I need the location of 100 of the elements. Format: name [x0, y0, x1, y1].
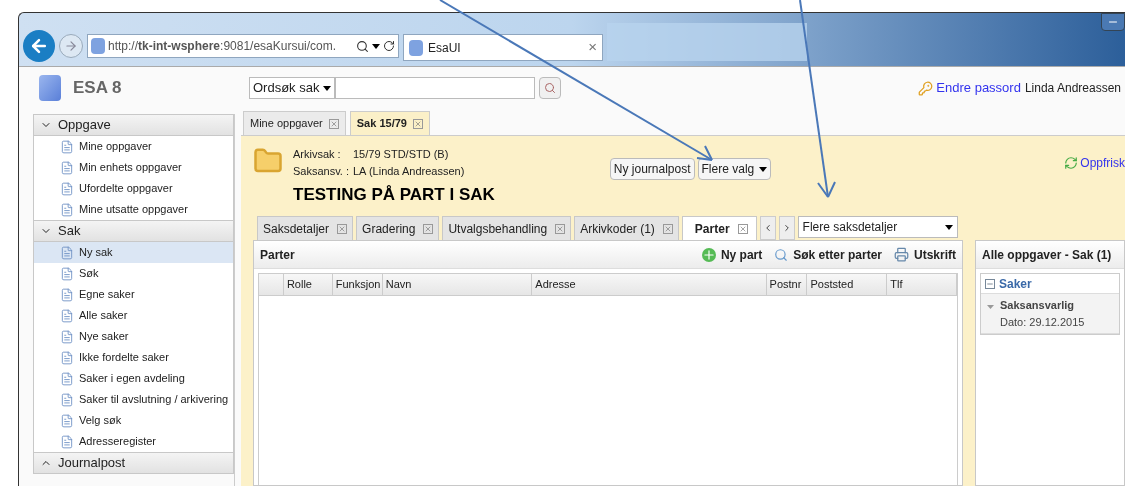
section-title: Journalpost	[58, 454, 126, 473]
sidebar-item[interactable]: Ny sak	[33, 242, 234, 263]
document-icon	[60, 287, 74, 302]
sidebar-item[interactable]: Velg søk	[33, 410, 234, 431]
field-label: Saksansv. :	[293, 164, 351, 180]
details-dropdown[interactable]: Flere saksdetaljer	[797, 216, 958, 238]
scroll-right-button[interactable]	[778, 216, 795, 240]
caret-icon	[323, 85, 332, 91]
tab[interactable]: Mine oppgaver	[243, 111, 346, 135]
close-icon[interactable]	[737, 223, 748, 234]
logo-icon	[39, 75, 61, 101]
tab-title: EsaUI	[428, 39, 461, 57]
tab[interactable]: Utvalgsbehandling	[442, 216, 572, 240]
caret-icon	[944, 224, 953, 230]
document-icon	[60, 434, 74, 449]
search-scope-dropdown[interactable]: Ordsøk sak	[249, 77, 336, 99]
field-value: LA (Linda Andreassen)	[353, 164, 465, 180]
scroll-left-button[interactable]	[759, 216, 776, 240]
task-title: Saksansvarlig	[1000, 298, 1075, 313]
caret-icon	[372, 43, 380, 49]
document-icon	[60, 350, 74, 365]
change-password-link[interactable]: Endre passord	[936, 78, 1021, 98]
sidebar-item[interactable]: Nye saker	[33, 326, 234, 347]
url-text: http://tk-int-wsphere:9081/esaKursui/com.	[108, 38, 337, 55]
sidebar-item[interactable]: Alle saker	[33, 305, 234, 326]
back-button[interactable]	[23, 30, 55, 62]
close-icon[interactable]	[555, 223, 566, 234]
forward-arrow-icon	[64, 39, 78, 53]
column-header[interactable]: Adresse	[532, 274, 767, 295]
close-icon[interactable]	[328, 118, 339, 129]
document-icon	[60, 202, 74, 217]
refresh-icon[interactable]	[383, 40, 395, 52]
field-value: 15/79 STD/STD (B)	[353, 147, 449, 163]
search-icon[interactable]	[356, 39, 369, 53]
dropdown-button[interactable]: Flere valg	[697, 158, 772, 180]
sidebar-item[interactable]: Ikke fordelte saker	[33, 347, 234, 368]
action-button[interactable]: Ny journalpost	[609, 158, 695, 180]
close-icon[interactable]	[337, 223, 348, 234]
app-logo: ESA 8	[73, 77, 123, 100]
document-icon	[60, 139, 74, 154]
tab[interactable]: Saksdetaljer	[257, 216, 354, 240]
page-icon	[409, 39, 423, 56]
section-header[interactable]: Sak	[33, 220, 234, 242]
key-icon	[918, 80, 934, 96]
forward-button[interactable]	[59, 34, 83, 58]
task-date: Dato: 29.12.2015	[1000, 314, 1085, 330]
case-title: TESTING PÅ PART I SAK	[293, 184, 495, 206]
document-icon	[60, 308, 74, 323]
search-field[interactable]	[335, 77, 536, 99]
document-icon	[60, 371, 74, 386]
section-header[interactable]: Journalpost	[33, 452, 234, 474]
column-header[interactable]: Rolle	[283, 274, 333, 295]
tab[interactable]: Sak 15/79	[349, 111, 430, 135]
sidebar-item[interactable]: Mine utsatte oppgaver	[33, 199, 234, 220]
sidebar-item[interactable]: Egne saker	[33, 284, 234, 305]
section-title: Oppgave	[58, 116, 111, 135]
page-icon	[91, 38, 105, 54]
column-header[interactable]: Tlf	[887, 274, 957, 295]
sidebar-item[interactable]: Saker i egen avdeling	[33, 368, 234, 389]
document-icon	[60, 329, 74, 344]
sidebar-item[interactable]: Søk	[33, 263, 234, 284]
refresh-icon	[1064, 156, 1079, 170]
minimize-button[interactable]	[1101, 13, 1125, 31]
address-bar[interactable]: http://tk-int-wsphere:9081/esaKursui/com.	[87, 34, 399, 58]
close-icon[interactable]	[423, 223, 434, 234]
toolbar-button[interactable]: Utskrift	[894, 245, 956, 264]
refresh-link[interactable]: Oppfrisk	[1080, 154, 1125, 172]
toolbar-button[interactable]: Ny part	[701, 245, 763, 264]
caret-icon	[759, 166, 768, 172]
close-icon[interactable]	[662, 223, 673, 234]
tab-close[interactable]: ×	[588, 36, 597, 59]
field-label: Arkivsak :	[293, 147, 342, 163]
browser-tab[interactable]: EsaUI ×	[403, 34, 603, 61]
column-header[interactable]: Poststed	[807, 274, 888, 295]
toolbar-button[interactable]: Søk etter parter	[774, 245, 882, 264]
section-title: Sak	[58, 222, 81, 241]
column-header[interactable]: Postnr	[766, 274, 808, 295]
sidebar-item[interactable]: Adresseregister	[33, 431, 234, 452]
section-header[interactable]: Oppgave	[33, 114, 234, 136]
sidebar-item[interactable]: Min enhets oppgaver	[33, 157, 234, 178]
sidebar-item[interactable]: Mine oppgaver	[33, 136, 234, 157]
add-icon	[701, 247, 716, 262]
tab[interactable]: Arkivkoder (1)	[574, 216, 679, 240]
sidebar-item[interactable]: Ufordelte oppgaver	[33, 178, 234, 199]
document-icon	[60, 160, 74, 175]
search-button[interactable]	[539, 77, 562, 99]
column-header[interactable]: Funksjon	[332, 274, 383, 295]
document-icon	[60, 245, 74, 260]
tab[interactable]: Gradering	[356, 216, 440, 240]
document-icon	[60, 392, 74, 407]
column-header[interactable]: Navn	[382, 274, 533, 295]
printer-icon	[894, 247, 909, 262]
search-icon	[544, 82, 557, 94]
caret-icon	[987, 305, 994, 309]
close-icon[interactable]	[412, 118, 423, 129]
collapse-icon	[985, 278, 995, 289]
search-icon	[774, 247, 789, 262]
document-icon	[60, 181, 74, 196]
sidebar-item[interactable]: Saker til avslutning / arkivering	[33, 389, 234, 410]
tab[interactable]: Parter	[681, 216, 757, 240]
